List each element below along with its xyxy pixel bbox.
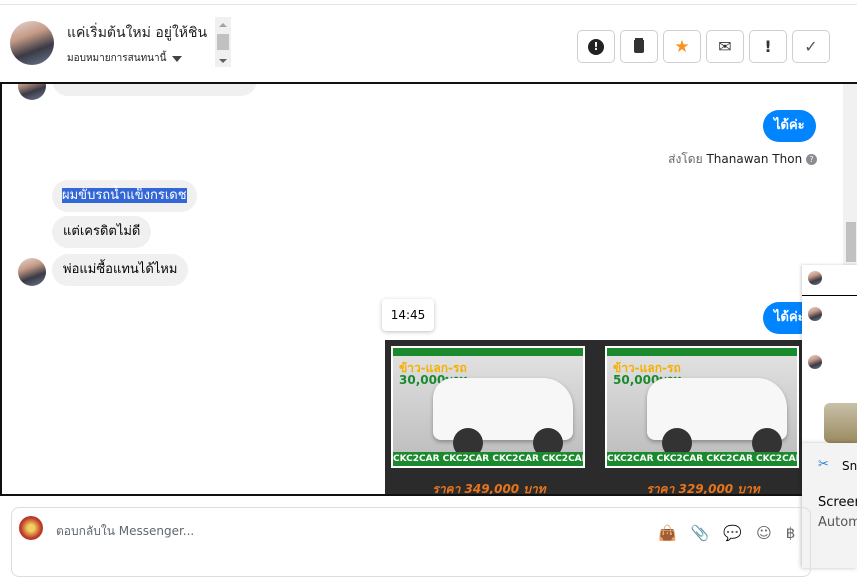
message-bubble-received: แต่เครดิตไม่ดี (52, 216, 152, 248)
emoji-icon[interactable]: ☺ (756, 524, 772, 542)
done-button[interactable]: ✓ (792, 30, 830, 63)
exclamation-icon: ! (764, 37, 772, 56)
delete-button[interactable] (620, 30, 658, 63)
follow-up-button[interactable]: ! (749, 30, 787, 63)
shopping-bag-icon[interactable]: 👜 (658, 524, 677, 542)
conversation-header: แค่เริ่มต้นใหม่ อยู่ให้ชิน มอบหมายการสนท… (0, 5, 857, 82)
message-bubble-received: ผมขับรถน้ำแข็งกรเดช (52, 180, 197, 212)
saved-reply-icon[interactable]: 💬 (723, 524, 742, 542)
car-price: ราคา 329,000 บาท (646, 482, 760, 496)
scissors-icon: ✂ (818, 457, 829, 472)
baht-icon[interactable]: ฿ (786, 524, 796, 542)
name-scrollbar[interactable] (215, 17, 231, 67)
car-card[interactable]: ข้าว-แลก-รถ 50,000บาท CKC2CAR CKC2CAR CKC… (603, 342, 801, 496)
caret-down-icon (172, 55, 183, 62)
contact-name[interactable]: แค่เริ่มต้นใหม่ อยู่ให้ชิน (67, 22, 213, 44)
star-icon: ★ (674, 36, 690, 57)
reply-input[interactable]: ตอบกลับใน Messenger... (56, 522, 194, 541)
trash-icon (634, 40, 644, 53)
page-logo (19, 516, 43, 540)
contact-avatar[interactable] (10, 21, 54, 65)
message-thread: ได้ค่ะ ส่งโดย Thanawan Thon ? ผมขับรถน้ำ… (0, 82, 857, 496)
assign-dropdown[interactable]: มอบหมายการสนทนานี้ (67, 51, 183, 66)
alert-circle-icon: ! (588, 38, 604, 55)
mini-avatar (808, 307, 822, 321)
contact-avatar-small (18, 258, 46, 286)
preview-thumbnail-overlay (802, 265, 857, 445)
message-bubble-sent: ได้ค่ะ (763, 110, 816, 142)
help-icon[interactable]: ? (806, 154, 817, 165)
sent-by-label: ส่งโดย Thanawan Thon ? (668, 150, 817, 169)
message-bubble-received: พ่อแม่ซื้อแทนได้ไหม (52, 254, 189, 286)
reply-box[interactable]: ตอบกลับใน Messenger... 👜 📎 💬 ☺ ฿ (11, 507, 811, 577)
timestamp-tooltip: 14:45 (382, 299, 434, 331)
paperclip-icon[interactable]: 📎 (691, 524, 710, 542)
star-button[interactable]: ★ (663, 30, 701, 63)
contact-avatar-small (18, 84, 46, 100)
message-bubble-partial (52, 84, 257, 96)
car-image: ข้าว-แลก-รถ 30,000บาท CKC2CAR CKC2CAR CKC… (391, 346, 585, 468)
car-carousel[interactable]: ข้าว-แลก-รถ 30,000บาท CKC2CAR CKC2CAR CKC… (385, 340, 805, 496)
car-price: ราคา 349,000 บาท (432, 482, 546, 496)
check-icon: ✓ (804, 37, 818, 56)
car-image: ข้าว-แลก-รถ 50,000บาท CKC2CAR CKC2CAR CKC… (605, 346, 799, 468)
spam-button[interactable]: ! (577, 30, 615, 63)
mini-avatar (808, 271, 822, 285)
assign-label: มอบหมายการสนทนานี้ (67, 53, 167, 64)
mark-unread-button[interactable]: ✉ (706, 30, 744, 63)
mini-avatar (808, 355, 822, 369)
car-card[interactable]: ข้าว-แลก-รถ 30,000บาท CKC2CAR CKC2CAR CKC… (389, 342, 587, 496)
envelope-icon: ✉ (718, 37, 732, 56)
